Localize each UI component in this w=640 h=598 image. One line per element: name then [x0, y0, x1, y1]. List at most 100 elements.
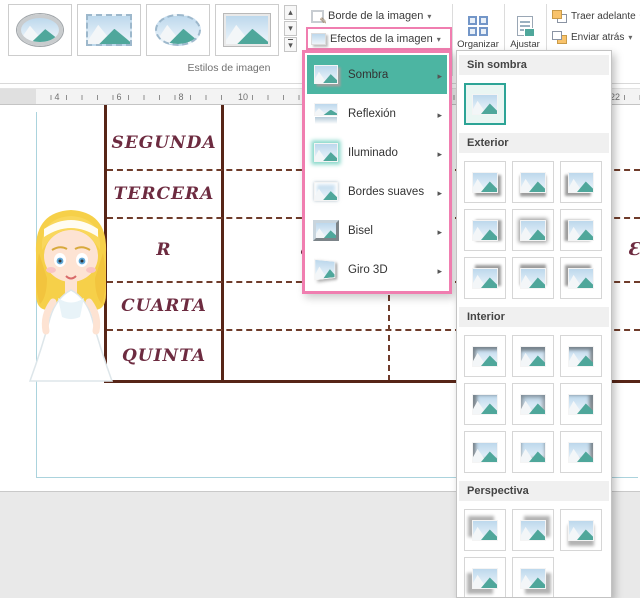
shadow-section-header: Exterior — [459, 133, 609, 153]
shadow-thumbnail-grid — [457, 329, 611, 479]
picture-border-button[interactable]: Borde de la imagen — [308, 6, 435, 27]
effects-menu-item-reflection[interactable]: Reflexión — [307, 94, 447, 133]
effects-menu-item-glow[interactable]: Iluminado — [307, 133, 447, 172]
submenu-arrow-icon — [437, 222, 442, 240]
shadow-option-none[interactable] — [464, 83, 506, 125]
shadow-option-p-ul[interactable] — [464, 509, 506, 551]
landscape-thumbnail — [520, 267, 546, 289]
landscape-thumbnail — [520, 393, 546, 415]
shadow-option-bl[interactable] — [560, 161, 602, 203]
landscape-thumbnail — [568, 441, 594, 463]
shadow-option-p-lr[interactable] — [512, 557, 554, 597]
landscape-thumbnail — [314, 143, 338, 162]
landscape-thumbnail — [472, 171, 498, 193]
table-border-line — [221, 105, 224, 383]
gallery-scroll-up-button[interactable] — [284, 5, 297, 20]
shadow-thumbnail-grid — [457, 77, 611, 131]
arrange-label: Organizar — [457, 39, 499, 50]
bring-forward-label: Traer adelante — [571, 10, 636, 22]
shadow-option-in-b[interactable] — [512, 431, 554, 473]
adjust-icon — [517, 16, 535, 37]
table-cell-text: Ɛ — [627, 239, 640, 260]
shadow-option-in-tr[interactable] — [560, 335, 602, 377]
effects-menu-item-label: Sombra — [348, 68, 389, 81]
landscape-thumbnail — [155, 14, 201, 46]
landscape-thumbnail — [472, 393, 498, 415]
send-backward-label: Enviar atrás — [571, 31, 625, 43]
effects-menu-item-soft-edges[interactable]: Bordes suaves — [307, 172, 447, 211]
picture-style-option-perforated-edge-rectangle[interactable] — [77, 4, 141, 56]
picture-effects-button[interactable]: Efectos de la imagen — [306, 27, 452, 50]
shadow-option-l[interactable] — [560, 209, 602, 251]
effects-menu-item-label: Giro 3D — [348, 263, 388, 276]
landscape-thumbnail — [86, 14, 132, 46]
shadow-option-t[interactable] — [512, 257, 554, 299]
picture-style-option-simple-white-frame[interactable] — [215, 4, 279, 56]
picture-effects-menu: Sombra Reflexión Iluminado Bordes suaves Bis… — [302, 50, 452, 294]
landscape-thumbnail — [17, 14, 63, 46]
shadow-option-p-b[interactable] — [560, 509, 602, 551]
landscape-thumbnail — [520, 567, 546, 589]
landscape-thumbnail — [472, 567, 498, 589]
landscape-thumbnail — [568, 393, 594, 415]
landscape-thumbnail — [472, 93, 498, 115]
shadow-section-header: Sin sombra — [459, 55, 609, 75]
landscape-thumbnail — [472, 441, 498, 463]
shadow-gallery-menu: Sin sombra Exterior Interior Perspectiva — [456, 50, 612, 598]
dropdown-caret-icon — [437, 33, 441, 45]
landscape-thumbnail — [520, 171, 546, 193]
shadow-option-b[interactable] — [512, 161, 554, 203]
ruler-margin-area — [0, 89, 36, 104]
shadow-option-c[interactable] — [512, 209, 554, 251]
shadow-option-p-ll[interactable] — [464, 557, 506, 597]
shadow-option-tr[interactable] — [464, 257, 506, 299]
landscape-thumbnail — [568, 219, 594, 241]
ruler-number: 6 — [114, 91, 124, 102]
dropdown-caret-icon — [427, 10, 431, 22]
landscape-thumbnail — [224, 14, 270, 46]
shadow-option-r[interactable] — [464, 209, 506, 251]
shadow-option-in-bl[interactable] — [464, 431, 506, 473]
landscape-thumbnail — [568, 171, 594, 193]
effects-menu-item-shadow[interactable]: Sombra — [307, 55, 447, 94]
landscape-thumbnail — [472, 519, 498, 541]
picture-style-option-perforated-edge-oval[interactable] — [146, 4, 210, 56]
reflection-preview-icon — [310, 99, 342, 129]
picture-border-icon — [311, 9, 327, 27]
shadow-option-br[interactable] — [464, 161, 506, 203]
picture-effects-icon — [311, 32, 326, 45]
bring-forward-button[interactable]: Traer adelante — [549, 7, 640, 25]
ruler-number: 10 — [235, 91, 251, 102]
effects-menu-item-rotation-3d[interactable]: Giro 3D — [307, 250, 447, 289]
submenu-arrow-icon — [437, 144, 442, 162]
gallery-more-button[interactable] — [284, 37, 297, 52]
picture-style-option-metal-oval-frame[interactable] — [8, 4, 72, 56]
shadow-option-in-l[interactable] — [464, 383, 506, 425]
submenu-arrow-icon — [437, 261, 442, 279]
send-backward-icon — [552, 30, 567, 44]
shadow-option-in-r[interactable] — [560, 383, 602, 425]
shadow-option-in-br[interactable] — [560, 431, 602, 473]
landscape-thumbnail — [472, 219, 498, 241]
shadow-section-header: Interior — [459, 307, 609, 327]
dropdown-caret-icon — [628, 32, 632, 43]
send-backward-button[interactable]: Enviar atrás — [549, 28, 636, 46]
girl-clipart-image[interactable] — [6, 198, 136, 390]
word-picture-tools-screen: Estilos de imagen Borde de la imagen Efe… — [0, 0, 640, 598]
glow-preview-icon — [310, 138, 342, 168]
shadow-option-p-ur[interactable] — [512, 509, 554, 551]
landscape-thumbnail — [520, 219, 546, 241]
landscape-thumbnail — [568, 519, 594, 541]
girl-clipart-drawing — [28, 210, 114, 382]
shadow-option-tl[interactable] — [560, 257, 602, 299]
landscape-thumbnail — [314, 65, 338, 84]
gallery-scroll-down-button[interactable] — [284, 21, 297, 36]
effects-menu-item-bevel[interactable]: Bisel — [307, 211, 447, 250]
submenu-arrow-icon — [437, 183, 442, 201]
bring-forward-icon — [552, 9, 567, 23]
shadow-option-in-t[interactable] — [512, 335, 554, 377]
shadow-option-in-c[interactable] — [512, 383, 554, 425]
shadow-thumbnail-grid — [457, 503, 611, 597]
landscape-thumbnail — [472, 267, 498, 289]
shadow-option-in-tl[interactable] — [464, 335, 506, 377]
